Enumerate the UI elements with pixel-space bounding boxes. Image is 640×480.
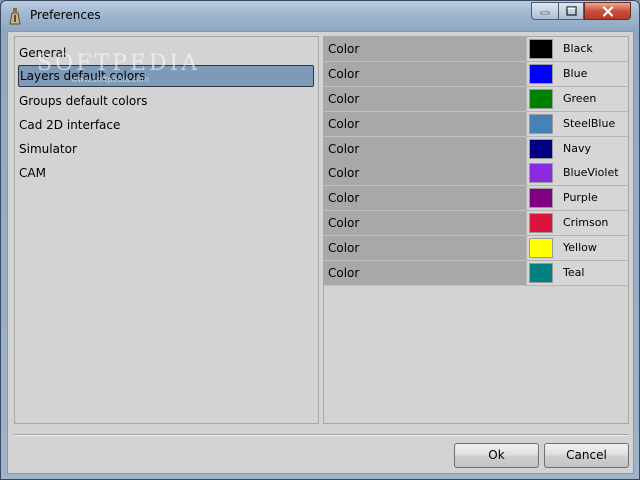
color-value-cell[interactable]: Navy: [526, 137, 628, 162]
ok-button[interactable]: Ok: [454, 443, 539, 468]
property-row[interactable]: Color Navy: [324, 137, 628, 162]
nav-item-general[interactable]: General: [19, 43, 66, 63]
preferences-window: Preferences General Layers default color…: [0, 0, 640, 480]
color-swatch[interactable]: [529, 114, 553, 134]
color-name: Crimson: [563, 216, 609, 229]
property-label: Color: [324, 236, 526, 261]
property-row[interactable]: Color Yellow: [324, 236, 628, 261]
color-name: Black: [563, 42, 593, 55]
property-row[interactable]: Color Green: [324, 87, 628, 112]
property-grid[interactable]: Color Black Color Blue Color Green Color…: [323, 36, 629, 424]
color-value-cell[interactable]: BlueViolet: [526, 161, 628, 186]
color-name: BlueViolet: [563, 166, 619, 179]
dialog-body: General Layers default colors Groups def…: [7, 31, 634, 474]
nav-item-cad-2d-interface[interactable]: Cad 2D interface: [19, 115, 120, 135]
color-swatch[interactable]: [529, 39, 553, 59]
nav-item-groups-default-colors[interactable]: Groups default colors: [19, 91, 147, 111]
color-name: Teal: [563, 266, 585, 279]
title-bar[interactable]: Preferences: [1, 1, 639, 31]
color-swatch[interactable]: [529, 213, 553, 233]
color-name: Purple: [563, 191, 598, 204]
color-value-cell[interactable]: Green: [526, 87, 628, 112]
color-value-cell[interactable]: Crimson: [526, 211, 628, 236]
maximize-icon: [565, 6, 577, 16]
property-label: Color: [324, 211, 526, 236]
color-swatch[interactable]: [529, 163, 553, 183]
color-name: Green: [563, 92, 597, 105]
minimize-icon: [540, 11, 550, 15]
color-value-cell[interactable]: Yellow: [526, 236, 628, 261]
nav-item-label: Simulator: [19, 142, 77, 156]
property-row[interactable]: Color Black: [324, 37, 628, 62]
close-icon: [602, 5, 613, 17]
property-label: Color: [324, 112, 526, 137]
cancel-button[interactable]: Cancel: [544, 443, 629, 468]
footer-divider: [14, 434, 628, 436]
property-label: Color: [324, 37, 526, 62]
close-button[interactable]: [584, 2, 631, 20]
nav-item-simulator[interactable]: Simulator: [19, 139, 77, 159]
minimize-button[interactable]: [531, 2, 558, 20]
color-value-cell[interactable]: Teal: [526, 261, 628, 286]
property-row[interactable]: Color Purple: [324, 186, 628, 211]
nav-item-label: General: [19, 46, 67, 60]
nav-item-layers-default-colors[interactable]: Layers default colors: [18, 65, 314, 87]
color-swatch[interactable]: [529, 64, 553, 84]
color-name: SteelBlue: [563, 117, 616, 130]
property-row[interactable]: Color Teal: [324, 261, 628, 286]
property-row[interactable]: Color BlueViolet: [324, 161, 628, 186]
color-swatch[interactable]: [529, 188, 553, 208]
property-label: Color: [324, 137, 526, 162]
color-name: Yellow: [563, 241, 597, 254]
property-row[interactable]: Color SteelBlue: [324, 112, 628, 137]
nav-item-label: Layers default colors: [20, 69, 146, 83]
color-swatch[interactable]: [529, 139, 553, 159]
color-swatch[interactable]: [529, 89, 553, 109]
color-value-cell[interactable]: SteelBlue: [526, 112, 628, 137]
color-value-cell[interactable]: Black: [526, 37, 628, 62]
nav-item-label: Groups default colors: [19, 94, 148, 108]
category-list[interactable]: General Layers default colors Groups def…: [14, 36, 319, 424]
color-value-cell[interactable]: Blue: [526, 62, 628, 87]
property-label: Color: [324, 87, 526, 112]
property-label: Color: [324, 62, 526, 87]
nav-item-label: Cad 2D interface: [19, 118, 121, 132]
window-title: Preferences: [30, 8, 101, 22]
color-name: Blue: [563, 67, 588, 80]
property-label: Color: [324, 186, 526, 211]
property-label: Color: [324, 161, 526, 186]
property-row[interactable]: Color Crimson: [324, 211, 628, 236]
color-swatch[interactable]: [529, 238, 553, 258]
app-icon: [9, 8, 21, 25]
maximize-button[interactable]: [558, 2, 584, 20]
color-value-cell[interactable]: Purple: [526, 186, 628, 211]
nav-item-label: CAM: [19, 166, 46, 180]
color-name: Navy: [563, 142, 591, 155]
color-swatch[interactable]: [529, 263, 553, 283]
property-row[interactable]: Color Blue: [324, 62, 628, 87]
property-label: Color: [324, 261, 526, 286]
nav-item-cam[interactable]: CAM: [19, 163, 46, 183]
